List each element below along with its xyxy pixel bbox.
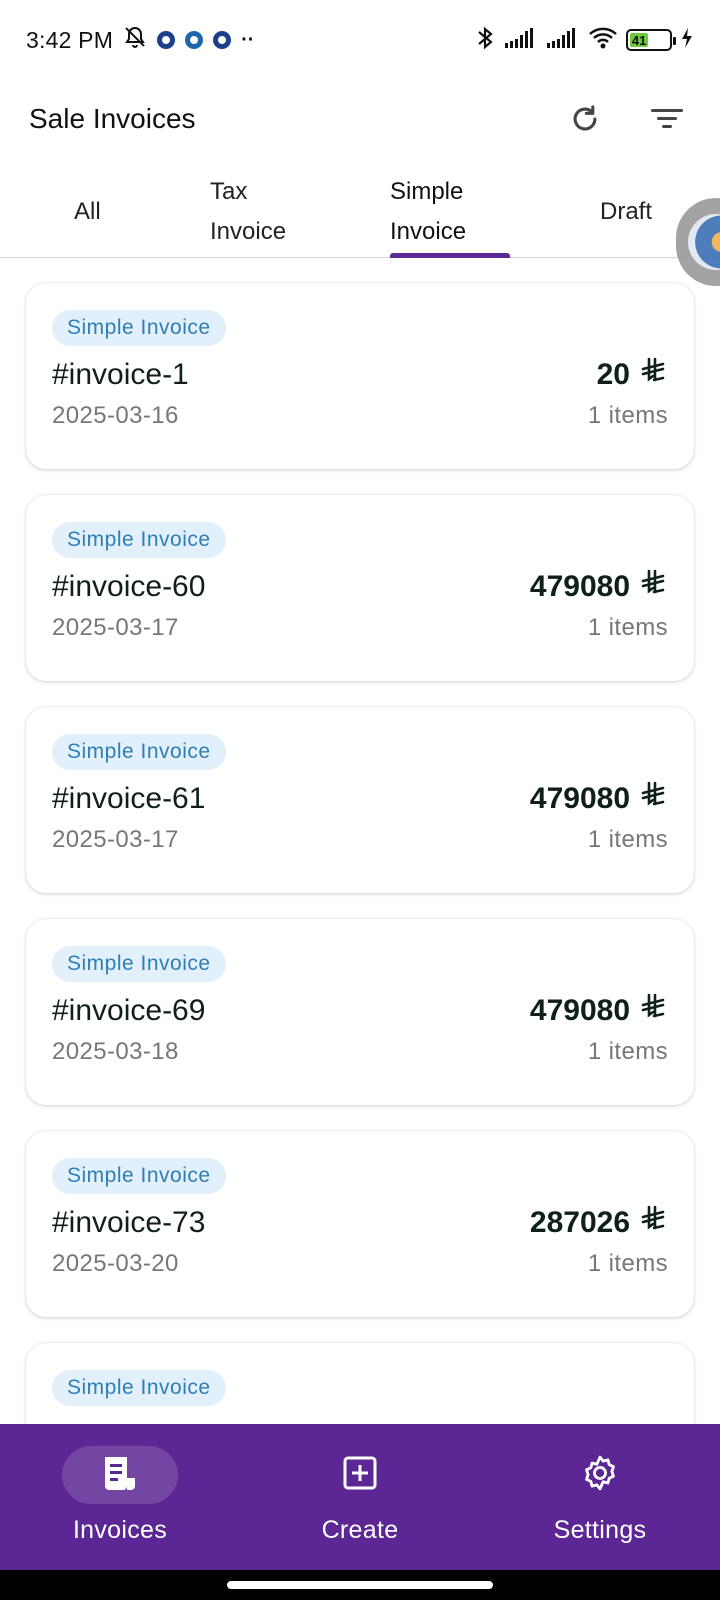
invoice-item-count: 1 items bbox=[587, 826, 668, 853]
invoice-item-count: 1 items bbox=[587, 1038, 668, 1065]
more-notifications-icon: ·· bbox=[241, 28, 255, 51]
wifi-icon bbox=[588, 26, 618, 55]
nav-label: Invoices bbox=[72, 1516, 168, 1544]
app-header: Sale Invoices bbox=[0, 80, 720, 158]
nav-icon-container bbox=[302, 1446, 418, 1504]
invoice-date: 2025-03-17 bbox=[52, 614, 179, 641]
amount-value: 479080 bbox=[529, 994, 630, 1027]
saudi-riyal-icon bbox=[638, 780, 668, 818]
invoice-date: 2025-03-18 bbox=[52, 1038, 179, 1065]
invoice-type-badge: Simple Invoice bbox=[52, 310, 226, 346]
tab-tax-invoice[interactable]: Tax Invoice bbox=[210, 172, 286, 260]
battery-level: 41 bbox=[630, 32, 649, 48]
nav-icon-container bbox=[62, 1446, 178, 1504]
invoice-date: 2025-03-17 bbox=[52, 826, 179, 853]
invoice-item-count: 1 items bbox=[587, 1250, 668, 1277]
nav-label: Create bbox=[321, 1516, 399, 1544]
active-tab-indicator bbox=[390, 253, 510, 258]
invoice-card[interactable]: Simple Invoice #invoice-73 287026 2025-0… bbox=[26, 1131, 694, 1317]
invoice-icon bbox=[102, 1454, 138, 1497]
invoice-card[interactable]: Simple Invoice #invoice-1 20 2025-03-16 … bbox=[26, 283, 694, 469]
amount-value: 479080 bbox=[529, 782, 630, 815]
charging-icon bbox=[680, 27, 694, 54]
tab-label: Draft bbox=[600, 198, 653, 225]
nav-invoices[interactable]: Invoices bbox=[0, 1424, 240, 1570]
bell-off-icon bbox=[123, 25, 147, 55]
saudi-riyal-icon bbox=[638, 1204, 668, 1242]
invoice-number: #invoice-60 bbox=[52, 570, 206, 603]
signal-icon bbox=[504, 27, 538, 54]
invoice-amount: 479080 bbox=[530, 780, 668, 818]
refresh-icon[interactable] bbox=[561, 95, 609, 143]
app-notification-icon bbox=[185, 31, 204, 49]
invoice-amount: 479080 bbox=[530, 568, 668, 606]
amount-value: 20 bbox=[596, 358, 630, 391]
saudi-riyal-icon bbox=[638, 356, 668, 394]
bubble-avatar-icon bbox=[688, 214, 720, 270]
invoice-type-badge: Simple Invoice bbox=[52, 522, 226, 558]
invoice-type-badge: Simple Invoice bbox=[52, 734, 226, 770]
invoice-number: #invoice-69 bbox=[52, 994, 206, 1027]
invoice-card[interactable]: Simple Invoice #invoice-69 479080 2025-0… bbox=[26, 919, 694, 1105]
gear-icon bbox=[581, 1454, 619, 1497]
add-box-icon bbox=[342, 1455, 378, 1496]
nav-icon-container bbox=[542, 1446, 658, 1504]
invoice-amount: 287026 bbox=[530, 1204, 668, 1242]
status-time: 3:42 PM bbox=[26, 26, 114, 53]
system-gesture-bar bbox=[0, 1570, 720, 1600]
bluetooth-icon bbox=[474, 25, 496, 56]
invoice-number: #invoice-73 bbox=[52, 1206, 206, 1239]
invoice-amount: 479080 bbox=[530, 992, 668, 1030]
home-gesture-handle[interactable] bbox=[227, 1581, 493, 1589]
invoice-amount: 20 bbox=[597, 356, 668, 394]
tab-label: Tax bbox=[210, 178, 248, 205]
saudi-riyal-icon bbox=[638, 992, 668, 1030]
filter-icon[interactable] bbox=[643, 95, 691, 143]
tab-label: Invoice bbox=[210, 218, 287, 245]
tab-label: Simple bbox=[390, 178, 464, 205]
signal-icon bbox=[546, 27, 580, 54]
nav-settings[interactable]: Settings bbox=[480, 1424, 720, 1570]
invoice-item-count: 1 items bbox=[587, 614, 668, 641]
nav-label: Settings bbox=[553, 1516, 647, 1544]
invoice-type-tabs: All Tax Invoice Simple Invoice Draft bbox=[0, 170, 720, 258]
invoice-number: #invoice-1 bbox=[52, 358, 189, 391]
invoice-card[interactable]: Simple Invoice #invoice-61 479080 2025-0… bbox=[26, 707, 694, 893]
status-bar: 3:42 PM ·· 41 bbox=[0, 0, 720, 80]
saudi-riyal-icon bbox=[638, 568, 668, 606]
app-notification-icon bbox=[213, 31, 232, 49]
invoice-date: 2025-03-16 bbox=[52, 402, 179, 429]
invoice-type-badge: Simple Invoice bbox=[52, 946, 226, 982]
invoice-date: 2025-03-20 bbox=[52, 1250, 179, 1277]
amount-value: 287026 bbox=[529, 1206, 630, 1239]
invoice-item-count: 1 items bbox=[587, 402, 668, 429]
status-right: 41 bbox=[474, 25, 694, 56]
invoice-type-badge: Simple Invoice bbox=[52, 1370, 226, 1406]
invoice-card[interactable]: Simple Invoice #invoice-60 479080 2025-0… bbox=[26, 495, 694, 681]
invoice-type-badge: Simple Invoice bbox=[52, 1158, 226, 1194]
app-notification-icon bbox=[157, 31, 176, 49]
tab-all[interactable]: All bbox=[74, 192, 101, 280]
invoice-number: #invoice-61 bbox=[52, 782, 206, 815]
tab-simple-invoice[interactable]: Simple Invoice bbox=[390, 172, 466, 260]
invoice-list: Simple Invoice #invoice-1 20 2025-03-16 … bbox=[26, 283, 694, 1555]
tab-label: All bbox=[74, 198, 101, 225]
page-title: Sale Invoices bbox=[29, 103, 196, 134]
nav-create[interactable]: Create bbox=[240, 1424, 480, 1570]
status-left: 3:42 PM ·· bbox=[26, 25, 254, 55]
bottom-navigation: Invoices Create Settings bbox=[0, 1424, 720, 1570]
battery-icon: 41 bbox=[626, 29, 676, 51]
tab-label: Invoice bbox=[390, 218, 467, 245]
amount-value: 479080 bbox=[529, 570, 630, 603]
tab-draft[interactable]: Draft bbox=[600, 192, 652, 280]
